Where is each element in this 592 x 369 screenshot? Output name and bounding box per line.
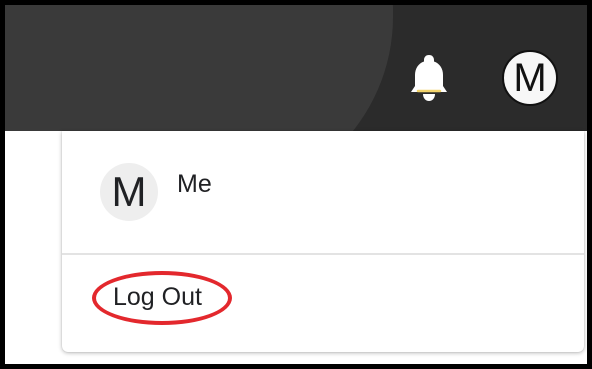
account-avatar-button[interactable]: M: [502, 50, 558, 106]
logout-label: Log Out: [113, 283, 202, 311]
profile-avatar-initial: M: [111, 168, 147, 215]
screenshot-frame: M M Me Log Out: [0, 0, 592, 369]
top-app-bar: M: [5, 5, 587, 131]
bell-icon: [411, 55, 447, 101]
account-dropdown-menu: M Me Log Out: [62, 131, 584, 352]
profile-menu-item[interactable]: M Me: [62, 131, 584, 253]
account-avatar-initial: M: [513, 56, 547, 100]
topbar-background-shape: [5, 5, 393, 131]
profile-avatar: M: [100, 163, 158, 221]
notifications-button[interactable]: [404, 51, 454, 105]
logout-menu-item[interactable]: Log Out: [62, 255, 584, 352]
profile-name: Me: [177, 170, 212, 198]
